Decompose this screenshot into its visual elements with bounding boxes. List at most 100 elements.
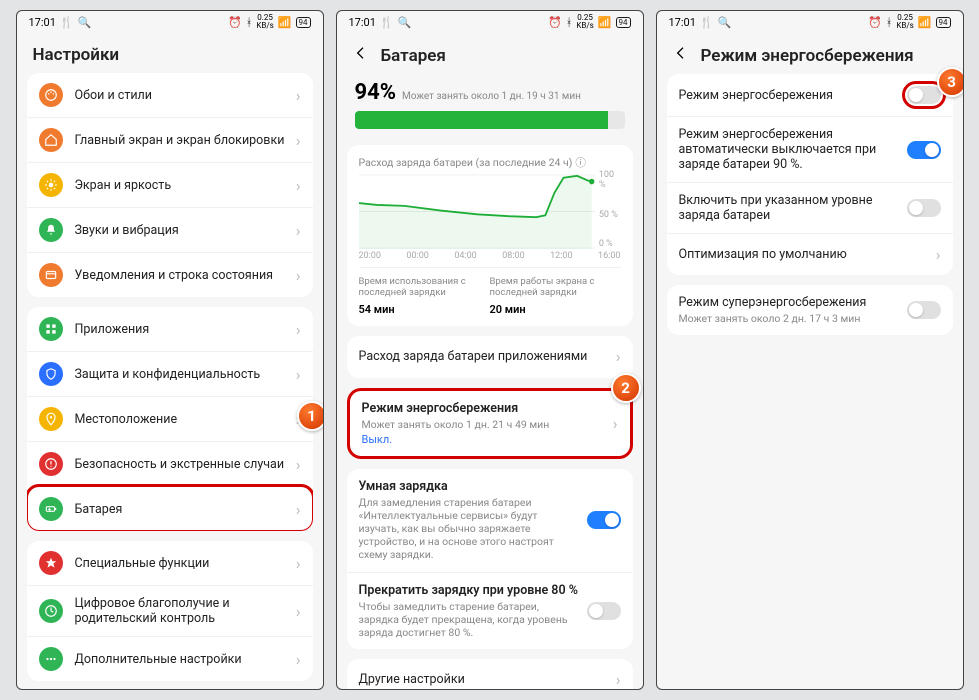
bluetooth-icon: ᚼ — [886, 16, 893, 29]
net-speed: 0.25KB/s — [576, 14, 593, 30]
settings-row-additional[interactable]: Дополнительные настройки› — [27, 636, 313, 681]
settings-row-label: Цифровое благополучие и родительский кон… — [75, 596, 296, 626]
settings-row-battery[interactable]: Батарея› — [27, 486, 313, 531]
stop-80-toggle[interactable] — [587, 602, 621, 620]
settings-row-safety[interactable]: Безопасность и экстренные случаи› — [27, 441, 313, 486]
notif-icon — [39, 263, 63, 287]
screen-settings: 17:01 🍴 🔍 ⏰ ᚼ 0.25KB/s 📶 94 Настройки Об… — [16, 10, 324, 690]
power-saving-options-card: Режим энергосбережения Режим энергосбереж… — [667, 74, 953, 275]
settings-row-label: Безопасность и экстренные случаи — [75, 457, 296, 472]
net-speed: 0.25KB/s — [896, 14, 913, 30]
bluetooth-icon: ᚼ — [246, 16, 253, 29]
net-speed: 0.25KB/s — [256, 14, 273, 30]
usage-by-apps-row[interactable]: Расход заряда батареи приложениями › — [347, 336, 633, 378]
ps-enable-label: Режим энергосбережения — [679, 88, 907, 103]
status-bar: 17:01 🍴 🔍 ⏰ ᚼ 0.25KB/s 📶 94 — [337, 11, 643, 33]
ps-enable-toggle[interactable] — [907, 86, 941, 104]
stop-at-80-row[interactable]: Прекратить зарядку при уровне 80 % Чтобы… — [347, 572, 633, 649]
back-icon[interactable] — [353, 45, 369, 66]
ps-auto-off-label: Режим энергосбережения автоматически вык… — [679, 127, 907, 172]
power-saving-content[interactable]: Режим энергосбережения Режим энергосбереж… — [657, 74, 963, 689]
other-settings-row[interactable]: Другие настройки › — [347, 659, 633, 689]
signal-icon: 📶 — [598, 16, 612, 29]
settings-row-label: Уведомления и строка состояния — [75, 268, 296, 283]
alarm-icon: ⏰ — [868, 16, 882, 29]
ps-default-opt-label: Оптимизация по умолчанию — [679, 247, 936, 262]
smart-charging-row[interactable]: Умная зарядка Для замедления старения ба… — [347, 469, 633, 572]
screen-battery: 17:01 🍴 🔍 ⏰ ᚼ 0.25KB/s 📶 94 Батарея 94% … — [336, 10, 644, 690]
chevron-right-icon: › — [296, 455, 301, 474]
smart-charging-toggle[interactable] — [587, 511, 621, 529]
chevron-right-icon: › — [296, 131, 301, 150]
power-saving-title: Режим энергосбережения — [362, 401, 613, 416]
settings-row-privacy[interactable]: Защита и конфиденциальность› — [27, 351, 313, 396]
settings-row-location[interactable]: Местоположение› — [27, 396, 313, 441]
ps-enable-at-label: Включить при указанном уровне заряда бат… — [679, 193, 907, 223]
more-icon — [39, 647, 63, 671]
battery-icon: 94 — [616, 17, 631, 28]
settings-row-apps[interactable]: Приложения› — [27, 307, 313, 351]
ps-default-opt-row[interactable]: Оптимизация по умолчанию› — [667, 233, 953, 275]
graph-title: Расход заряда батареи (за последние 24 ч… — [359, 155, 621, 170]
page-title: Настройки — [17, 33, 323, 73]
screen-on-since-charge: 20 мин — [490, 303, 621, 316]
status-bar: 17:01 🍴 🔍 ⏰ ᚼ 0.25KB/s 📶 94 — [657, 11, 963, 33]
settings-row-homescreen[interactable]: Главный экран и экран блокировки› — [27, 117, 313, 162]
battery-remaining: Может занять около 1 дн. 19 ч 31 мин — [402, 91, 581, 102]
battery-icon — [39, 497, 63, 521]
chevron-right-icon: › — [296, 602, 301, 621]
battery-bar — [355, 111, 625, 129]
chevron-right-icon: › — [296, 365, 301, 384]
header: Батарея — [337, 33, 643, 74]
back-icon[interactable] — [673, 45, 689, 66]
power-saving-row[interactable]: Режим энергосбережения Может занять окол… — [347, 388, 633, 459]
settings-row-label: Звуки и вибрация — [75, 223, 296, 238]
bell-icon — [39, 218, 63, 242]
ps-enable-row[interactable]: Режим энергосбережения — [667, 74, 953, 116]
settings-row-notifications[interactable]: Уведомления и строка состояния› — [27, 252, 313, 297]
settings-row-label: Обои и стили — [75, 88, 296, 103]
settings-group: Обои и стили›Главный экран и экран блоки… — [27, 73, 313, 297]
settings-row-label: Приложения — [75, 322, 296, 337]
ps-auto-off-row[interactable]: Режим энергосбережения автоматически вык… — [667, 116, 953, 182]
battery-percent: 94% — [355, 80, 397, 105]
settings-row-special[interactable]: Специальные функции› — [27, 541, 313, 585]
callout-2: 2 — [611, 373, 641, 403]
smart-charging-title: Умная зарядка — [359, 479, 579, 494]
settings-row-label: Главный экран и экран блокировки — [75, 133, 296, 148]
super-power-saving-card: Режим суперэнергосбережения Может занять… — [667, 285, 953, 335]
star-icon — [39, 551, 63, 575]
super-power-saving-row[interactable]: Режим суперэнергосбережения Может занять… — [667, 285, 953, 335]
super-ps-toggle[interactable] — [907, 301, 941, 319]
battery-content[interactable]: 94% Может занять около 1 дн. 19 ч 31 мин… — [337, 74, 643, 689]
graph-x-labels: 20:00 00:00 04:00 08:00 12:00 16:00 — [359, 251, 621, 261]
bluetooth-icon: ᚼ — [566, 16, 573, 29]
settings-list[interactable]: Обои и стили›Главный экран и экран блоки… — [17, 73, 323, 689]
settings-row-wallpaper[interactable]: Обои и стили› — [27, 73, 313, 117]
smart-charging-desc: Для замедления старения батареи «Интелле… — [359, 496, 579, 562]
usage-by-apps-label: Расход заряда батареи приложениями — [359, 349, 616, 364]
info-icon[interactable]: ⓘ — [575, 155, 586, 170]
settings-row-wellbeing[interactable]: Цифровое благополучие и родительский кон… — [27, 585, 313, 636]
chevron-right-icon: › — [296, 86, 301, 105]
alert-icon — [39, 452, 63, 476]
ps-enable-at-row[interactable]: Включить при указанном уровне заряда бат… — [667, 182, 953, 233]
search-icon: 🔍 — [718, 16, 732, 29]
power-saving-sub: Может занять около 1 дн. 21 ч 49 мин — [362, 418, 613, 431]
page-title: Батарея — [381, 46, 446, 66]
stop-80-title: Прекратить зарядку при уровне 80 % — [359, 583, 579, 598]
page-title: Режим энергосбережения — [701, 46, 914, 66]
settings-row-label: Защита и конфиденциальность — [75, 367, 296, 382]
settings-row-label: Дополнительные настройки — [75, 652, 296, 667]
ps-enable-at-toggle[interactable] — [907, 199, 941, 217]
settings-row-label: Экран и яркость — [75, 178, 296, 193]
chevron-right-icon: › — [613, 414, 618, 433]
chevron-right-icon: › — [936, 245, 941, 264]
settings-row-label: Батарея — [75, 502, 296, 517]
fork-icon: 🍴 — [380, 16, 394, 29]
settings-row-sound[interactable]: Звуки и вибрация› — [27, 207, 313, 252]
settings-row-display[interactable]: Экран и яркость› — [27, 162, 313, 207]
usage-graph-card[interactable]: Расход заряда батареи (за последние 24 ч… — [347, 145, 633, 326]
ps-auto-off-toggle[interactable] — [907, 141, 941, 159]
grid-icon — [39, 317, 63, 341]
